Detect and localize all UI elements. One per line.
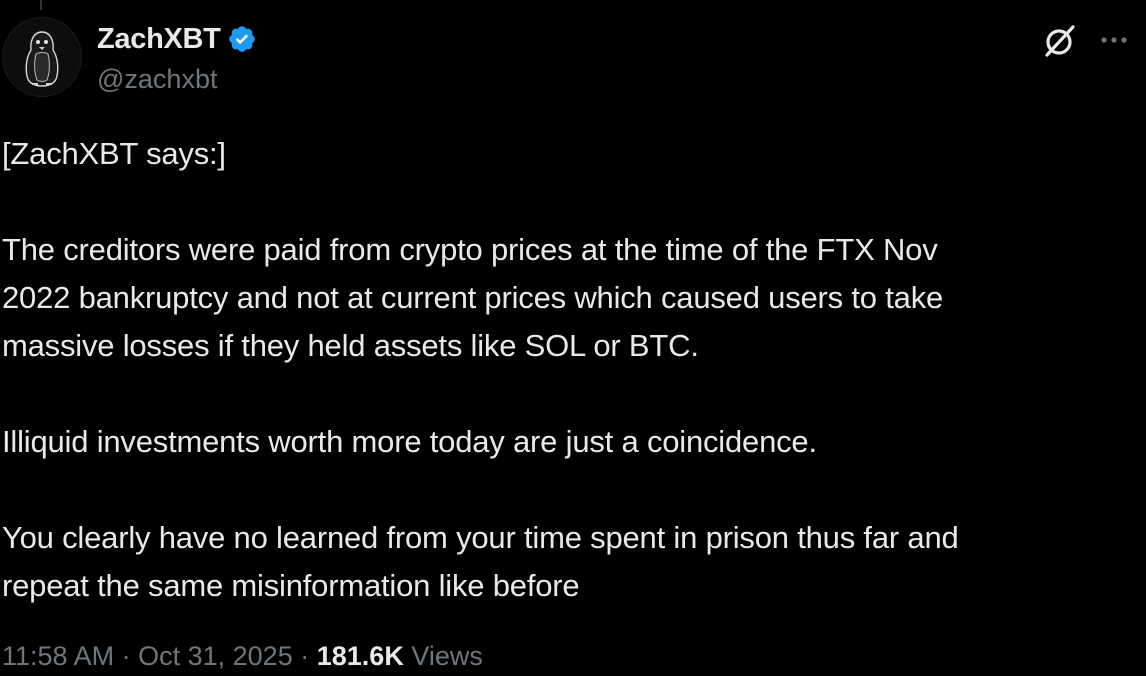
author-handle[interactable]: @zachxbt	[97, 62, 217, 96]
avatar-penguin-icon	[3, 18, 81, 96]
thread-line	[40, 0, 42, 10]
tweet-text: [ZachXBT says:] The creditors were paid …	[2, 130, 1132, 610]
meta-separator: ·	[300, 641, 310, 671]
tweet-time[interactable]: 11:58 AM	[2, 641, 114, 671]
tweet-paragraph: You clearly have no learned from your ti…	[2, 520, 959, 603]
author-name-row[interactable]: ZachXBT	[97, 22, 257, 56]
grok-icon[interactable]	[1040, 22, 1078, 60]
tweet-metadata: 11:58 AM · Oct 31, 2025 · 181.6K Views	[2, 636, 483, 676]
views-count[interactable]: 181.6K	[317, 641, 404, 671]
meta-separator: ·	[121, 641, 131, 671]
views-label[interactable]: Views	[411, 641, 483, 671]
more-options-icon[interactable]	[1098, 24, 1130, 56]
verified-badge-icon[interactable]	[227, 24, 257, 54]
tweet: ZachXBT @zachxbt [ZachXBT says:] The cre…	[0, 0, 1146, 676]
tweet-paragraph: The creditors were paid from crypto pric…	[2, 232, 944, 363]
tweet-paragraph: Illiquid investments worth more today ar…	[2, 424, 817, 459]
author-display-name[interactable]: ZachXBT	[97, 22, 221, 56]
avatar[interactable]	[2, 17, 82, 97]
tweet-paragraph: [ZachXBT says:]	[2, 136, 226, 171]
tweet-date[interactable]: Oct 31, 2025	[138, 641, 293, 671]
